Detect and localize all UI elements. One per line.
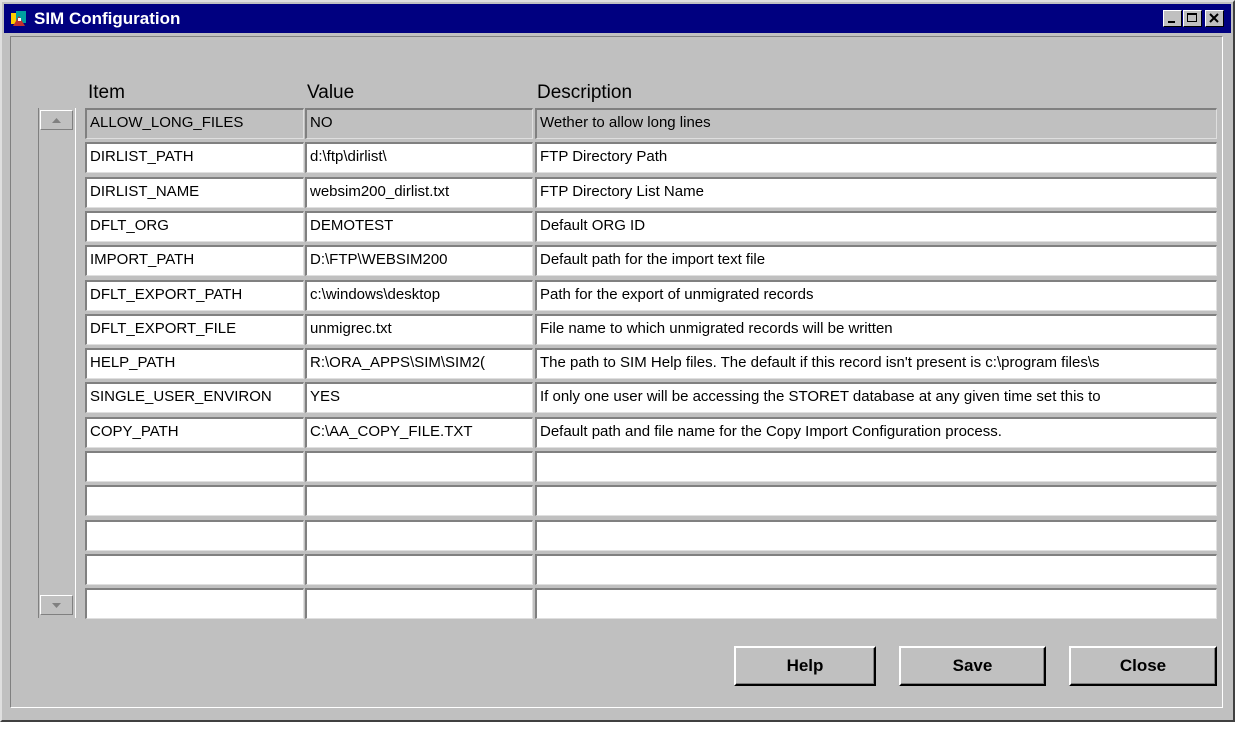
save-button[interactable]: Save xyxy=(899,646,1046,686)
value-cell[interactable] xyxy=(305,554,533,585)
item-cell[interactable]: COPY_PATH xyxy=(85,417,304,448)
app-icon[interactable] xyxy=(10,10,28,28)
arrow-down-icon xyxy=(52,603,61,608)
item-cell[interactable]: DIRLIST_PATH xyxy=(85,142,304,173)
description-cell[interactable]: Path for the export of unmigrated record… xyxy=(535,280,1217,311)
description-cell[interactable]: If only one user will be accessing the S… xyxy=(535,382,1217,413)
description-cell[interactable]: File name to which unmigrated records wi… xyxy=(535,314,1217,345)
value-cell[interactable]: R:\ORA_APPS\SIM\SIM2( xyxy=(305,348,533,379)
item-cell[interactable]: DFLT_EXPORT_PATH xyxy=(85,280,304,311)
description-cell[interactable]: Wether to allow long lines xyxy=(535,108,1217,139)
item-cell[interactable] xyxy=(85,485,304,516)
description-cell[interactable] xyxy=(535,451,1217,482)
value-cell[interactable]: C:\AA_COPY_FILE.TXT xyxy=(305,417,533,448)
column-header-value: Value xyxy=(307,82,355,103)
value-cell[interactable] xyxy=(305,520,533,551)
description-cell[interactable] xyxy=(535,520,1217,551)
minimize-button[interactable] xyxy=(1163,10,1182,27)
close-icon xyxy=(1209,13,1219,23)
item-cell[interactable]: DFLT_EXPORT_FILE xyxy=(85,314,304,345)
value-cell[interactable]: c:\windows\desktop xyxy=(305,280,533,311)
title-bar[interactable]: SIM Configuration xyxy=(4,4,1231,33)
item-cell[interactable]: IMPORT_PATH xyxy=(85,245,304,276)
description-cell[interactable]: FTP Directory List Name xyxy=(535,177,1217,208)
description-cell[interactable] xyxy=(535,588,1217,619)
vertical-scrollbar[interactable] xyxy=(38,108,76,618)
scroll-down-button[interactable] xyxy=(40,595,73,615)
help-button[interactable]: Help xyxy=(734,646,876,686)
item-cell[interactable]: HELP_PATH xyxy=(85,348,304,379)
minimize-icon xyxy=(1168,21,1175,23)
item-cell[interactable] xyxy=(85,554,304,585)
value-cell[interactable]: NO xyxy=(305,108,533,139)
description-cell[interactable]: The path to SIM Help files. The default … xyxy=(535,348,1217,379)
value-cell[interactable]: unmigrec.txt xyxy=(305,314,533,345)
close-button[interactable]: Close xyxy=(1069,646,1217,686)
maximize-icon xyxy=(1187,13,1197,22)
value-cell[interactable]: DEMOTEST xyxy=(305,211,533,242)
description-cell[interactable]: Default path for the import text file xyxy=(535,245,1217,276)
description-cell[interactable]: FTP Directory Path xyxy=(535,142,1217,173)
value-cell[interactable] xyxy=(305,451,533,482)
value-cell[interactable]: websim200_dirlist.txt xyxy=(305,177,533,208)
window-title: SIM Configuration xyxy=(34,9,181,28)
column-header-item: Item xyxy=(88,82,125,103)
arrow-up-icon xyxy=(52,118,61,123)
item-cell[interactable] xyxy=(85,588,304,619)
description-cell[interactable]: Default path and file name for the Copy … xyxy=(535,417,1217,448)
description-cell[interactable]: Default ORG ID xyxy=(535,211,1217,242)
item-cell[interactable] xyxy=(85,520,304,551)
item-cell[interactable]: SINGLE_USER_ENVIRON xyxy=(85,382,304,413)
column-header-description: Description xyxy=(537,82,633,103)
value-cell[interactable]: d:\ftp\dirlist\ xyxy=(305,142,533,173)
value-cell[interactable] xyxy=(305,588,533,619)
value-cell[interactable]: D:\FTP\WEBSIM200 xyxy=(305,245,533,276)
value-cell[interactable] xyxy=(305,485,533,516)
item-cell[interactable] xyxy=(85,451,304,482)
description-cell[interactable] xyxy=(535,554,1217,585)
item-cell[interactable]: DFLT_ORG xyxy=(85,211,304,242)
close-window-button[interactable] xyxy=(1205,10,1224,27)
maximize-button[interactable] xyxy=(1183,10,1202,27)
scroll-up-button[interactable] xyxy=(40,110,73,130)
item-cell[interactable]: ALLOW_LONG_FILES xyxy=(85,108,304,139)
description-cell[interactable] xyxy=(535,485,1217,516)
item-cell[interactable]: DIRLIST_NAME xyxy=(85,177,304,208)
value-cell[interactable]: YES xyxy=(305,382,533,413)
